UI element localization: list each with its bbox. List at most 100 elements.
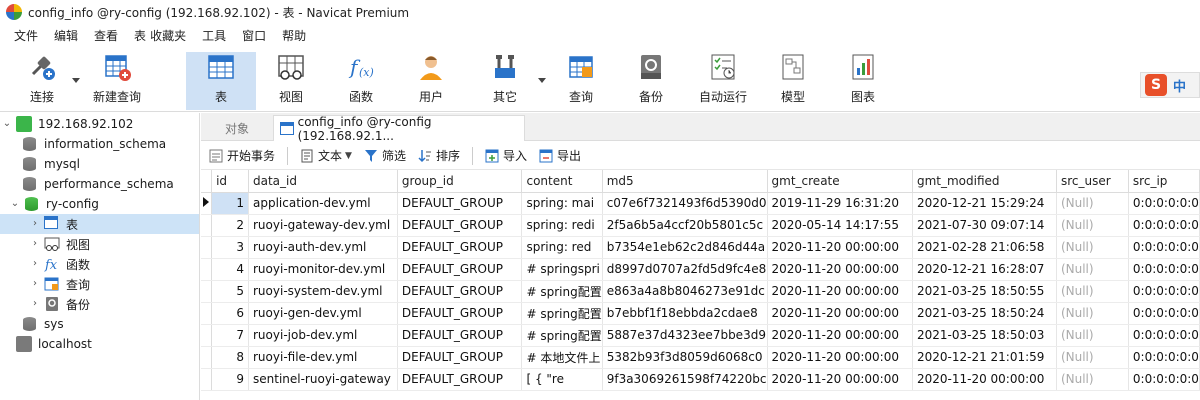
cell-md5[interactable]: 2f5a6b5a4ccf20b5801c5c: [602, 214, 768, 237]
column-header-src-user[interactable]: src_user: [1056, 170, 1129, 193]
cell-data-id[interactable]: ruoyi-gen-dev.yml: [248, 302, 398, 325]
column-header-id[interactable]: id: [211, 170, 249, 193]
column-header-group-id[interactable]: group_id: [397, 170, 523, 193]
cell-gmt-modified[interactable]: 2020-12-21 15:29:24: [912, 192, 1057, 215]
menu-help[interactable]: 帮助: [274, 25, 314, 47]
cell-data-id[interactable]: ruoyi-job-dev.yml: [248, 324, 398, 347]
cell-id[interactable]: 9: [211, 368, 249, 391]
cell-id[interactable]: 6: [211, 302, 249, 325]
cell-content[interactable]: # spring配置: [521, 280, 603, 303]
cell-group-id[interactable]: DEFAULT_GROUP: [397, 280, 523, 303]
tree-item-tables[interactable]: › 表: [0, 214, 199, 234]
table-row[interactable]: 8 ruoyi-file-dev.yml DEFAULT_GROUP # 本地文件上 5…: [201, 346, 1200, 369]
cell-data-id[interactable]: ruoyi-auth-dev.yml: [248, 236, 398, 259]
cell-md5[interactable]: d8997d0707a2fd5d9fc4e8: [602, 258, 768, 281]
cell-src-user[interactable]: (Null): [1056, 368, 1129, 391]
row-indicator[interactable]: [201, 192, 213, 215]
cell-src-ip[interactable]: 0:0:0:0:0:0: [1128, 258, 1200, 281]
filter-button[interactable]: 筛选: [364, 147, 406, 164]
toolbar-auto-run-button[interactable]: 自动运行: [692, 52, 754, 110]
column-header-content[interactable]: content: [521, 170, 603, 193]
row-indicator[interactable]: [201, 324, 213, 347]
begin-transaction-button[interactable]: 开始事务: [209, 147, 275, 164]
cell-gmt-create[interactable]: 2020-11-20 00:00:00: [767, 280, 913, 303]
toolbar-others-button[interactable]: 其它: [476, 52, 534, 110]
cell-src-ip[interactable]: 0:0:0:0:0:0: [1128, 324, 1200, 347]
ime-indicator[interactable]: S 中: [1140, 72, 1200, 98]
column-header-gmt-modified[interactable]: gmt_modified: [912, 170, 1057, 193]
table-row[interactable]: 5 ruoyi-system-dev.yml DEFAULT_GROUP # spri…: [201, 280, 1200, 303]
cell-gmt-create[interactable]: 2019-11-29 16:31:20: [767, 192, 913, 215]
cell-src-user[interactable]: (Null): [1056, 258, 1129, 281]
menu-window[interactable]: 窗口: [234, 25, 274, 47]
cell-content[interactable]: # 本地文件上: [521, 346, 603, 369]
cell-group-id[interactable]: DEFAULT_GROUP: [397, 346, 523, 369]
column-header-md5[interactable]: md5: [602, 170, 768, 193]
cell-gmt-modified[interactable]: 2021-02-28 21:06:58: [912, 236, 1057, 259]
cell-src-ip[interactable]: 0:0:0:0:0:0: [1128, 368, 1200, 391]
row-indicator[interactable]: [201, 214, 213, 237]
table-row[interactable]: 4 ruoyi-monitor-dev.yml DEFAULT_GROUP # spr…: [201, 258, 1200, 281]
cell-data-id[interactable]: ruoyi-system-dev.yml: [248, 280, 398, 303]
cell-gmt-create[interactable]: 2020-11-20 00:00:00: [767, 258, 913, 281]
row-indicator[interactable]: [201, 280, 213, 303]
cell-data-id[interactable]: ruoyi-gateway-dev.yml: [248, 214, 398, 237]
cell-id[interactable]: 7: [211, 324, 249, 347]
cell-data-id[interactable]: ruoyi-monitor-dev.yml: [248, 258, 398, 281]
cell-src-ip[interactable]: 0:0:0:0:0:0: [1128, 214, 1200, 237]
table-row[interactable]: 2 ruoyi-gateway-dev.yml DEFAULT_GROUP sprin…: [201, 214, 1200, 237]
row-indicator[interactable]: [201, 368, 213, 391]
row-indicator[interactable]: [201, 302, 213, 325]
cell-src-user[interactable]: (Null): [1056, 192, 1129, 215]
cell-src-ip[interactable]: 0:0:0:0:0:0: [1128, 192, 1200, 215]
menu-favorites[interactable]: 收藏夹: [148, 25, 194, 47]
chevron-down-icon[interactable]: ⌄: [10, 199, 20, 209]
cell-gmt-modified[interactable]: 2021-03-25 18:50:24: [912, 302, 1057, 325]
column-header-data-id[interactable]: data_id: [248, 170, 398, 193]
toolbar-backup-button[interactable]: 备份: [622, 52, 680, 110]
cell-data-id[interactable]: sentinel-ruoyi-gateway: [248, 368, 398, 391]
toolbar-user-button[interactable]: 用户: [402, 52, 460, 110]
cell-src-ip[interactable]: 0:0:0:0:0:0: [1128, 236, 1200, 259]
menu-view[interactable]: 查看: [86, 25, 126, 47]
cell-src-ip[interactable]: 0:0:0:0:0:0: [1128, 346, 1200, 369]
column-header-src-ip[interactable]: src_ip: [1128, 170, 1200, 193]
import-button[interactable]: 导入: [485, 147, 527, 164]
table-row[interactable]: 6 ruoyi-gen-dev.yml DEFAULT_GROUP # spring配…: [201, 302, 1200, 325]
cell-id[interactable]: 5: [211, 280, 249, 303]
row-indicator[interactable]: [201, 236, 213, 259]
cell-gmt-modified[interactable]: 2021-07-30 09:07:14: [912, 214, 1057, 237]
chevron-right-icon[interactable]: ›: [30, 259, 40, 269]
table-row[interactable]: 3 ruoyi-auth-dev.yml DEFAULT_GROUP spring: …: [201, 236, 1200, 259]
toolbar-view-button[interactable]: 视图: [262, 52, 320, 110]
cell-group-id[interactable]: DEFAULT_GROUP: [397, 214, 523, 237]
tree-item-views[interactable]: › 视图: [30, 234, 90, 254]
cell-content[interactable]: # springspri: [521, 258, 603, 281]
chevron-down-icon[interactable]: [538, 78, 546, 83]
menu-tools[interactable]: 工具: [194, 25, 234, 47]
tree-db-mysql[interactable]: mysql: [22, 154, 80, 174]
chevron-right-icon[interactable]: ›: [30, 219, 40, 229]
cell-src-ip[interactable]: 0:0:0:0:0:0: [1128, 280, 1200, 303]
cell-gmt-modified[interactable]: 2020-12-21 21:01:59: [912, 346, 1057, 369]
toolbar-chart-button[interactable]: 图表: [834, 52, 892, 110]
menu-file[interactable]: 文件: [6, 25, 46, 47]
cell-md5[interactable]: 9f3a3069261598f74220bc: [602, 368, 768, 391]
cell-md5[interactable]: b7ebbf1f18ebbda2cdae8: [602, 302, 768, 325]
tree-connection-192-168-92-102[interactable]: ⌄ 192.168.92.102: [2, 114, 133, 134]
cell-id[interactable]: 1: [211, 192, 249, 215]
cell-src-user[interactable]: (Null): [1056, 214, 1129, 237]
tree-item-functions[interactable]: › fx 函数: [30, 254, 90, 274]
cell-content[interactable]: spring: redi: [521, 214, 603, 237]
table-row[interactable]: 9 sentinel-ruoyi-gateway DEFAULT_GROUP[ { …: [201, 368, 1200, 391]
cell-gmt-create[interactable]: 2020-11-20 00:00:00: [767, 236, 913, 259]
cell-md5[interactable]: c07e6f7321493f6d5390d0: [602, 192, 768, 215]
cell-content[interactable]: [ { "re: [521, 368, 603, 391]
tab-objects[interactable]: 对象: [201, 115, 273, 141]
menu-edit[interactable]: 编辑: [46, 25, 86, 47]
chevron-down-icon[interactable]: ⌄: [2, 119, 12, 129]
column-header-gmt-create[interactable]: gmt_create: [767, 170, 913, 193]
cell-md5[interactable]: b7354e1eb62c2d846d44a: [602, 236, 768, 259]
cell-id[interactable]: 8: [211, 346, 249, 369]
menu-table[interactable]: 表: [126, 25, 148, 47]
